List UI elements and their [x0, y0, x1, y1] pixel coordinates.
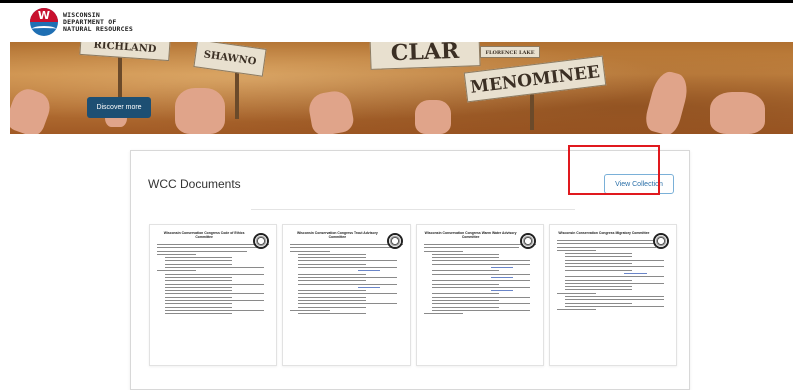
- hero-sign-florence-lake: FLORENCE LAKE: [480, 46, 540, 58]
- document-heading: Wisconsin Conservation Congress Trout Ad…: [296, 231, 378, 239]
- document-thumbnail[interactable]: Wisconsin Conservation Congress Code of …: [149, 224, 278, 366]
- document-thumbnail-row: Wisconsin Conservation Congress Code of …: [149, 224, 677, 366]
- document-heading: Wisconsin Conservation Congress Migrator…: [558, 231, 650, 235]
- hero-sign-clar: CLAR: [369, 42, 481, 70]
- dnr-logo-icon: W: [30, 8, 58, 36]
- wcc-documents-title: WCC Documents: [148, 177, 241, 191]
- highlight-annotation-box: [568, 145, 660, 195]
- site-header: W WISCONSIN DEPARTMENT OF NATURAL RESOUR…: [0, 0, 793, 42]
- logo-line-3: NATURAL RESOURCES: [63, 24, 133, 33]
- dnr-logo[interactable]: W WISCONSIN DEPARTMENT OF NATURAL RESOUR…: [30, 8, 133, 36]
- card-divider: [251, 209, 575, 210]
- wcc-seal-icon: [519, 233, 536, 249]
- logo-wordmark: WISCONSIN DEPARTMENT OF NATURAL RESOURCE…: [63, 11, 133, 33]
- wcc-seal-icon: [386, 233, 403, 249]
- document-thumbnail[interactable]: Wisconsin Conservation Congress Migrator…: [548, 224, 677, 366]
- wcc-seal-icon: [653, 233, 669, 249]
- document-thumbnail[interactable]: Wisconsin Conservation Congress Trout Ad…: [282, 224, 411, 366]
- document-thumbnail[interactable]: Wisconsin Conservation Congress Warm Wat…: [415, 224, 544, 366]
- hero-banner: RICHLAND SHAWNO CLAR FLORENCE LAKE MENOM…: [10, 42, 793, 134]
- document-heading: Wisconsin Conservation Congress Warm Wat…: [424, 231, 517, 239]
- header-top-border: [0, 0, 793, 3]
- discover-more-button[interactable]: Discover more: [87, 97, 151, 118]
